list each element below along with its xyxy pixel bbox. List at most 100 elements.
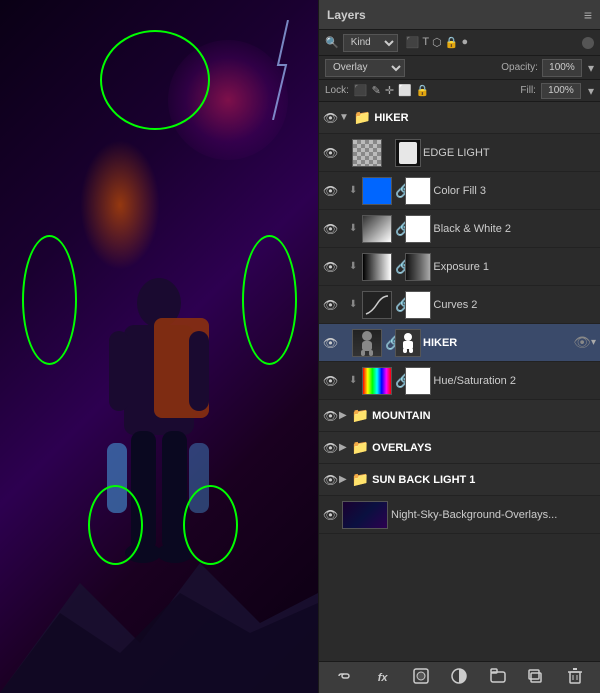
name-color-fill-3: Color Fill 3 bbox=[433, 185, 596, 197]
panel-toolbar: fx bbox=[319, 661, 600, 693]
name-overlays-group: OVERLAYS bbox=[372, 442, 596, 454]
eye-sun-back-group[interactable]: 👁 bbox=[323, 473, 339, 487]
search-icon: 🔍 bbox=[325, 36, 339, 49]
lock-pixels-icon[interactable]: ✎ bbox=[372, 84, 381, 97]
hiker-arrow[interactable]: ▾ bbox=[591, 337, 596, 348]
add-mask-icon[interactable] bbox=[410, 668, 432, 687]
lock-transparent-icon[interactable]: ⬛ bbox=[354, 84, 368, 97]
layer-bw-2[interactable]: 👁 ⬇ 🔗 Black & White 2 bbox=[319, 210, 600, 248]
arrow-hiker-group[interactable]: ▼ bbox=[339, 112, 349, 123]
filter-smart-icon[interactable]: 🔒 bbox=[445, 36, 459, 49]
eye-hue-sat-2[interactable]: 👁 bbox=[323, 374, 339, 388]
name-curves-2: Curves 2 bbox=[433, 299, 596, 311]
layer-exposure-1[interactable]: 👁 ⬇ 🔗 Exposure 1 bbox=[319, 248, 600, 286]
filter-icons: ⬛ T ⬡ 🔒 ● bbox=[406, 36, 468, 49]
layer-overlays-group[interactable]: 👁 ▶ 📁 OVERLAYS bbox=[319, 432, 600, 464]
eye-hiker[interactable]: 👁 bbox=[323, 336, 339, 350]
name-hue-sat-2: Hue/Saturation 2 bbox=[433, 375, 596, 387]
layer-hiker[interactable]: 👁 🔗 bbox=[319, 324, 600, 362]
eye-bw-2[interactable]: 👁 bbox=[323, 222, 339, 236]
mask-exposure-1 bbox=[405, 253, 431, 281]
fill-arrow[interactable]: ▾ bbox=[588, 84, 594, 98]
mask-hue-sat-2 bbox=[405, 367, 431, 395]
eye-mountain-group[interactable]: 👁 bbox=[323, 409, 339, 423]
clip-icon-hue: ⬇ bbox=[349, 375, 357, 386]
thumb-edge-light bbox=[352, 139, 382, 167]
arrow-overlays-group[interactable]: ▶ bbox=[339, 442, 347, 453]
eye-curves-2[interactable]: 👁 bbox=[323, 298, 339, 312]
ellipse-right-arm bbox=[242, 235, 297, 365]
eye-exposure-1[interactable]: 👁 bbox=[323, 260, 339, 274]
lock-row: Lock: ⬛ ✎ ✛ ⬜ 🔒 Fill: ▾ bbox=[319, 80, 600, 102]
layer-night-sky[interactable]: 👁 Night-Sky-Background-Overlays... bbox=[319, 496, 600, 534]
layer-color-fill-3[interactable]: 👁 ⬇ 🔗 Color Fill 3 bbox=[319, 172, 600, 210]
layer-sun-back-group[interactable]: 👁 ▶ 📁 SUN BACK LIGHT 1 bbox=[319, 464, 600, 496]
link-exposure-1: 🔗 bbox=[395, 258, 403, 275]
name-sun-back-group: SUN BACK LIGHT 1 bbox=[372, 474, 596, 486]
thumb-hue-sat-2 bbox=[362, 367, 392, 395]
lock-position-icon[interactable]: ✛ bbox=[385, 84, 394, 97]
filter-pixel-icon[interactable]: ⬛ bbox=[406, 36, 420, 49]
kind-select[interactable]: Kind bbox=[343, 34, 398, 52]
name-hiker-group: HIKER bbox=[374, 112, 596, 124]
folder-mountain-group: 📁 bbox=[352, 407, 369, 424]
layer-edge-light[interactable]: 👁 EDGE LIGHT bbox=[319, 134, 600, 172]
eye-detail-icon[interactable]: 👁 bbox=[573, 334, 591, 351]
eye-edge-light[interactable]: 👁 bbox=[323, 146, 339, 160]
adjustment-icon[interactable] bbox=[448, 668, 470, 687]
panel-menu-icon[interactable]: ≡ bbox=[584, 7, 592, 23]
eye-overlays-group[interactable]: 👁 bbox=[323, 441, 339, 455]
layers-panel: Layers ≡ 🔍 Kind ⬛ T ⬡ 🔒 ● Overlay Opacit… bbox=[318, 0, 600, 693]
lock-artboard-icon[interactable]: ⬜ bbox=[398, 84, 412, 97]
thumb-exposure-1 bbox=[362, 253, 392, 281]
opacity-input[interactable] bbox=[542, 59, 582, 77]
link-layers-icon[interactable] bbox=[333, 668, 355, 687]
photo-area bbox=[0, 0, 318, 693]
new-group-icon[interactable] bbox=[487, 668, 509, 687]
mask-hiker bbox=[395, 329, 421, 357]
layer-hue-sat-2[interactable]: 👁 ⬇ 🔗 Hue/Saturation 2 bbox=[319, 362, 600, 400]
arrow-sun-back-group[interactable]: ▶ bbox=[339, 474, 347, 485]
link-hue-sat-2: 🔗 bbox=[395, 372, 403, 389]
link-curves-2: 🔗 bbox=[395, 296, 403, 313]
layer-curves-2[interactable]: 👁 ⬇ 🔗 Curves 2 bbox=[319, 286, 600, 324]
layer-hiker-group[interactable]: 👁 ▼ 📁 HIKER bbox=[319, 102, 600, 134]
eye-hiker-group[interactable]: 👁 bbox=[323, 111, 339, 125]
delete-layer-icon[interactable] bbox=[564, 668, 586, 687]
thumb-color-fill-3 bbox=[362, 177, 392, 205]
name-exposure-1: Exposure 1 bbox=[433, 261, 596, 273]
name-edge-light: EDGE LIGHT bbox=[423, 147, 596, 159]
mask-curves-2 bbox=[405, 291, 431, 319]
filter-type-icon[interactable]: T bbox=[422, 36, 429, 49]
link-hiker: 🔗 bbox=[385, 334, 393, 351]
layers-list: 👁 ▼ 📁 HIKER 👁 EDGE LIGHT 👁 ⬇ bbox=[319, 102, 600, 661]
fx-icon[interactable]: fx bbox=[372, 672, 394, 684]
arrow-mountain-group[interactable]: ▶ bbox=[339, 410, 347, 421]
thumb-bw-2 bbox=[362, 215, 392, 243]
lock-icons: ⬛ ✎ ✛ ⬜ 🔒 bbox=[354, 84, 430, 97]
opacity-label: Opacity: bbox=[501, 62, 538, 73]
folder-hiker-group: 📁 bbox=[354, 109, 371, 126]
filter-toggle[interactable] bbox=[582, 37, 594, 49]
eye-night-sky[interactable]: 👁 bbox=[323, 508, 339, 522]
fill-input[interactable] bbox=[541, 83, 581, 99]
clip-icon-exposure: ⬇ bbox=[349, 261, 357, 272]
blend-mode-select[interactable]: Overlay bbox=[325, 59, 405, 77]
mask-edge-light bbox=[395, 139, 421, 167]
opacity-arrow[interactable]: ▾ bbox=[588, 61, 594, 75]
link-color-fill-3: 🔗 bbox=[395, 182, 403, 199]
eye-color-fill-3[interactable]: 👁 bbox=[323, 184, 339, 198]
panel-title: Layers bbox=[327, 8, 366, 22]
mask-bw-2 bbox=[405, 215, 431, 243]
mask-color-fill-3 bbox=[405, 177, 431, 205]
name-bw-2: Black & White 2 bbox=[433, 223, 596, 235]
clip-icon-curves: ⬇ bbox=[349, 299, 357, 310]
filter-shape-icon[interactable]: ⬡ bbox=[432, 36, 442, 49]
new-layer-icon[interactable] bbox=[525, 668, 547, 687]
lock-all-icon[interactable]: 🔒 bbox=[416, 84, 430, 97]
name-night-sky: Night-Sky-Background-Overlays... bbox=[391, 509, 596, 521]
clip-icon-color-fill: ⬇ bbox=[349, 185, 357, 196]
filter-circle-icon[interactable]: ● bbox=[461, 36, 468, 49]
layer-mountain-group[interactable]: 👁 ▶ 📁 MOUNTAIN bbox=[319, 400, 600, 432]
panel-header: Layers ≡ bbox=[319, 0, 600, 30]
